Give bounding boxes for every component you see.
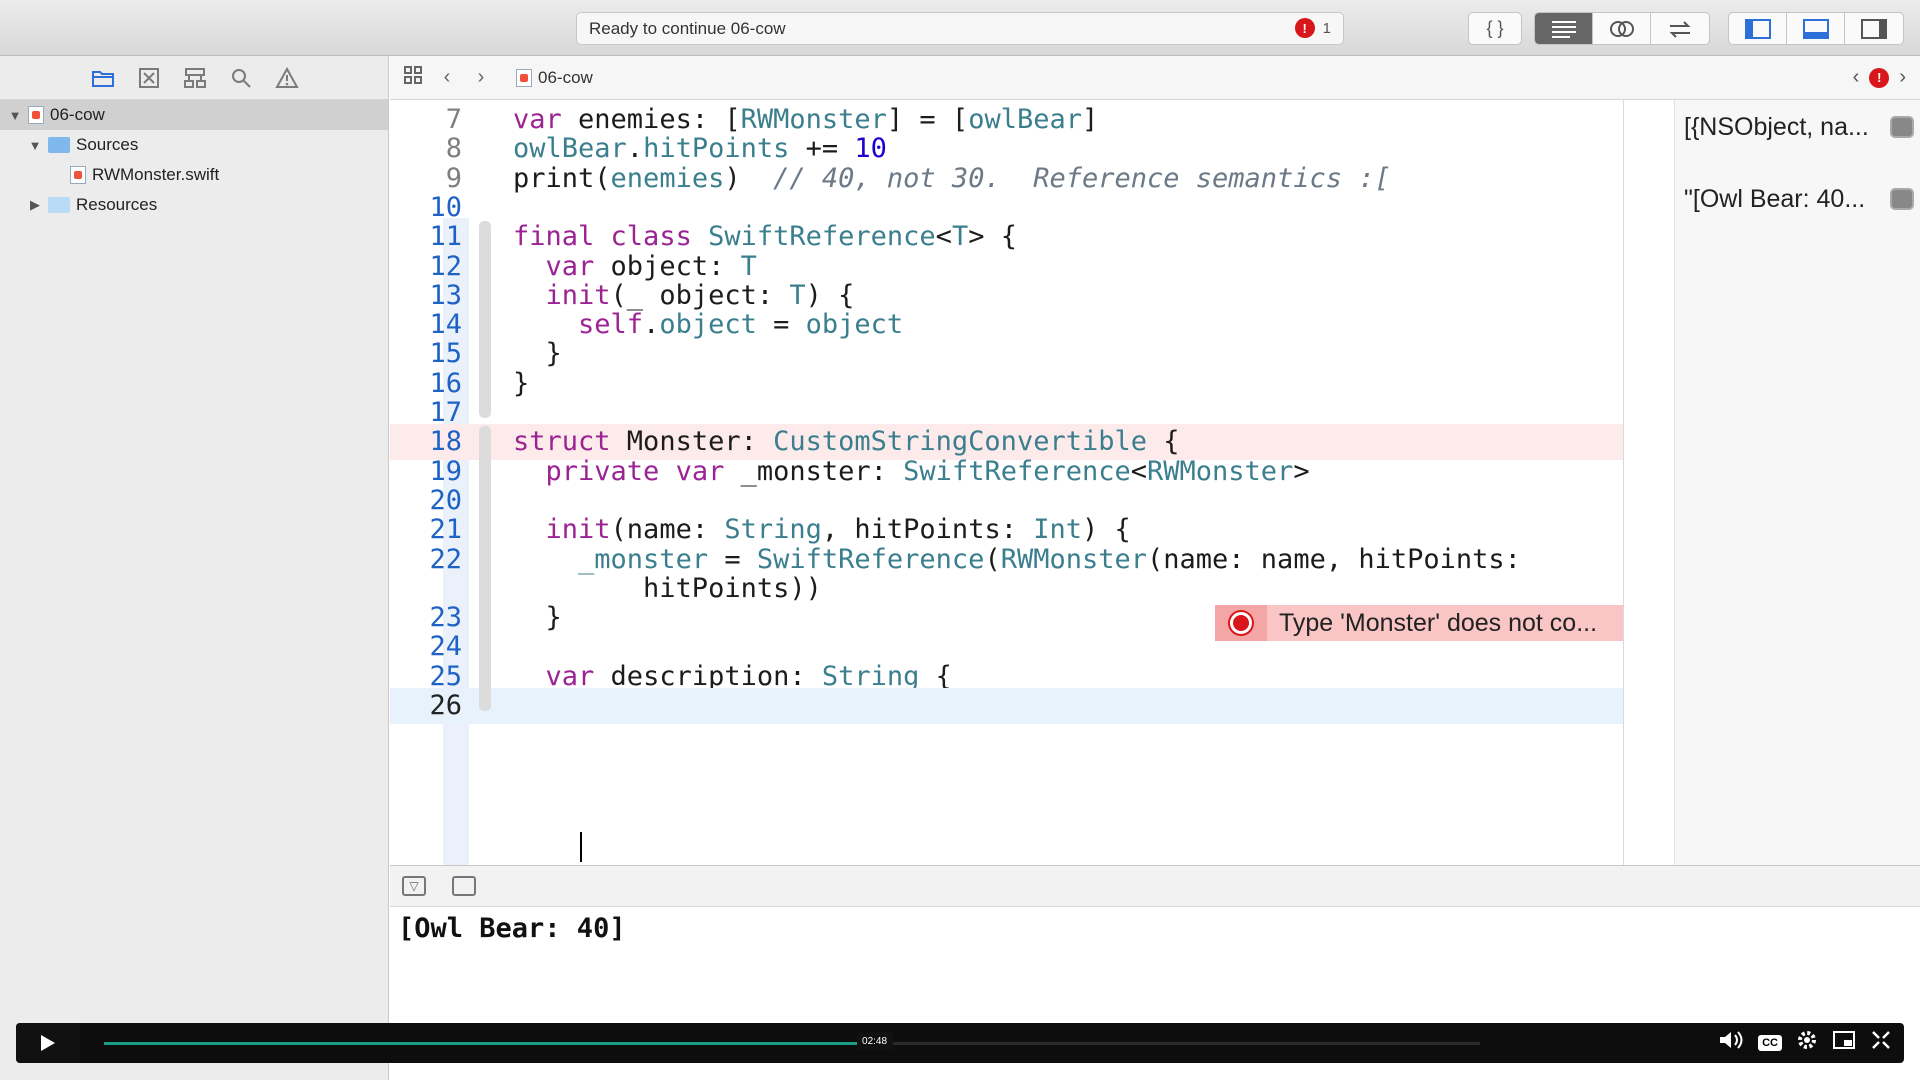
tree-item-label: Resources <box>76 195 158 214</box>
left-panel-icon <box>1744 18 1771 39</box>
volume-icon[interactable] <box>1718 1029 1744 1057</box>
navigator-area: ▼ 06-cow ▼ Sources RWMonster.swift ▶ Res… <box>0 56 389 1080</box>
code-folding-ribbon[interactable] <box>479 514 491 653</box>
right-panel-icon <box>1861 18 1887 39</box>
fullscreen-icon[interactable] <box>1870 1029 1892 1057</box>
back-chevron-icon[interactable]: ‹ <box>436 66 458 89</box>
result-value: [{NSObject, na... <box>1684 112 1869 141</box>
xcode-window: Ready to continue 06-cow ! 1 { } ▼ 06-co… <box>0 0 1920 1080</box>
tree-item-label: Sources <box>76 135 139 154</box>
bottom-panel-icon <box>1802 18 1829 39</box>
text-cursor <box>580 832 582 862</box>
play-button[interactable] <box>16 1023 80 1063</box>
stop-icon[interactable] <box>452 876 476 896</box>
source-control-icon[interactable] <box>136 65 162 91</box>
tree-item-rwmonster[interactable]: RWMonster.swift <box>0 160 388 190</box>
warning-icon[interactable] <box>274 65 300 91</box>
hierarchy-icon[interactable] <box>182 65 208 91</box>
assistant-editor-button[interactable] <box>1593 13 1651 44</box>
code-line[interactable]: 26 <box>390 688 1623 724</box>
closed-captions-icon[interactable]: CC <box>1758 1035 1782 1051</box>
code-folding-ribbon[interactable] <box>479 279 491 389</box>
breadcrumb-file: 06-cow <box>538 67 593 87</box>
disclosure-open-icon[interactable]: ▼ <box>8 108 22 123</box>
disclosure-open-icon[interactable]: ▼ <box>28 138 42 153</box>
result-value: "[Owl Bear: 40... <box>1684 184 1866 213</box>
folder-icon[interactable] <box>90 65 116 91</box>
line-number: 26 <box>429 690 462 721</box>
progress-fill: 02:48 <box>104 1032 893 1050</box>
error-message-text: Type 'Monster' does not co... <box>1279 608 1598 637</box>
folder-icon <box>48 197 70 213</box>
navigator-toggle-button[interactable] <box>1729 13 1787 44</box>
version-editor-button[interactable] <box>1651 13 1709 44</box>
swift-file-icon <box>70 166 86 184</box>
window-toolbar: Ready to continue 06-cow ! 1 { } <box>0 0 1920 56</box>
playground-file-icon <box>516 68 532 87</box>
navigator-tab-bar <box>0 56 388 100</box>
utilities-toggle-button[interactable] <box>1845 13 1903 44</box>
playground-file-icon <box>28 106 44 124</box>
forward-chevron-icon[interactable]: › <box>470 66 492 89</box>
standard-editor-button[interactable] <box>1535 13 1593 44</box>
previous-issue-icon[interactable]: ‹ <box>1853 66 1860 89</box>
lines-icon <box>1551 20 1576 38</box>
tree-item-playground[interactable]: ▼ 06-cow <box>0 100 388 130</box>
debug-area-toggle-button[interactable] <box>1787 13 1845 44</box>
player-controls: CC <box>1718 1023 1892 1063</box>
library-button[interactable]: { } <box>1468 12 1522 45</box>
error-icon <box>1215 605 1267 641</box>
video-player-bar: 02:48 CC <box>16 1023 1904 1063</box>
error-count: 1 <box>1322 19 1331 37</box>
issue-navigation: ‹ ! › <box>1853 66 1906 89</box>
result-print: "[Owl Bear: 40... <box>1684 182 1914 216</box>
tree-item-sources[interactable]: ▼ Sources <box>0 130 388 160</box>
debug-bar: ▽ <box>390 865 1920 907</box>
editor-mode-segment <box>1534 12 1710 45</box>
result-enemies: [{NSObject, na... <box>1684 110 1914 144</box>
inline-error-message[interactable]: Type 'Monster' does not co... <box>1215 605 1623 641</box>
tree-item-label: RWMonster.swift <box>92 165 220 184</box>
grid-icon[interactable] <box>402 65 424 91</box>
settings-gear-icon[interactable] <box>1796 1029 1818 1057</box>
breadcrumb[interactable]: 06-cow <box>510 68 593 88</box>
activity-status-bar: Ready to continue 06-cow ! 1 <box>576 12 1344 45</box>
venn-icon <box>1609 20 1634 37</box>
disclosure-closed-icon[interactable]: ▶ <box>28 197 42 213</box>
panel-toggle-segment <box>1728 12 1904 45</box>
error-indicator[interactable]: ! 1 <box>1294 18 1331 38</box>
hide-debug-icon[interactable]: ▽ <box>402 876 426 896</box>
next-issue-icon[interactable]: › <box>1899 66 1906 89</box>
play-icon <box>41 1035 55 1051</box>
console-text: [Owl Bear: 40] <box>398 913 626 944</box>
error-icon: ! <box>1294 18 1315 38</box>
picture-in-picture-icon[interactable] <box>1832 1030 1856 1056</box>
code-folding-ribbon[interactable] <box>479 660 491 712</box>
status-text: Ready to continue 06-cow <box>589 18 786 38</box>
search-icon[interactable] <box>228 65 254 91</box>
source-editor[interactable]: 7 var enemies: [RWMonster] = [owlBear] 8 ow… <box>390 100 1623 865</box>
quick-look-icon[interactable] <box>1890 116 1914 138</box>
folder-icon <box>48 137 70 153</box>
results-sidebar: [{NSObject, na... "[Owl Bear: 40... <box>1623 100 1920 865</box>
quick-look-icon[interactable] <box>1890 188 1914 210</box>
error-icon[interactable]: ! <box>1869 67 1890 88</box>
time-tooltip: 02:48 <box>856 1032 893 1050</box>
jump-bar: ‹ › 06-cow ‹ ! › <box>390 56 1920 100</box>
tree-item-label: 06-cow <box>50 105 105 124</box>
swap-arrows-icon <box>1669 20 1691 38</box>
console-output: [Owl Bear: 40] <box>390 907 1920 1025</box>
tree-item-resources[interactable]: ▶ Resources <box>0 190 388 220</box>
